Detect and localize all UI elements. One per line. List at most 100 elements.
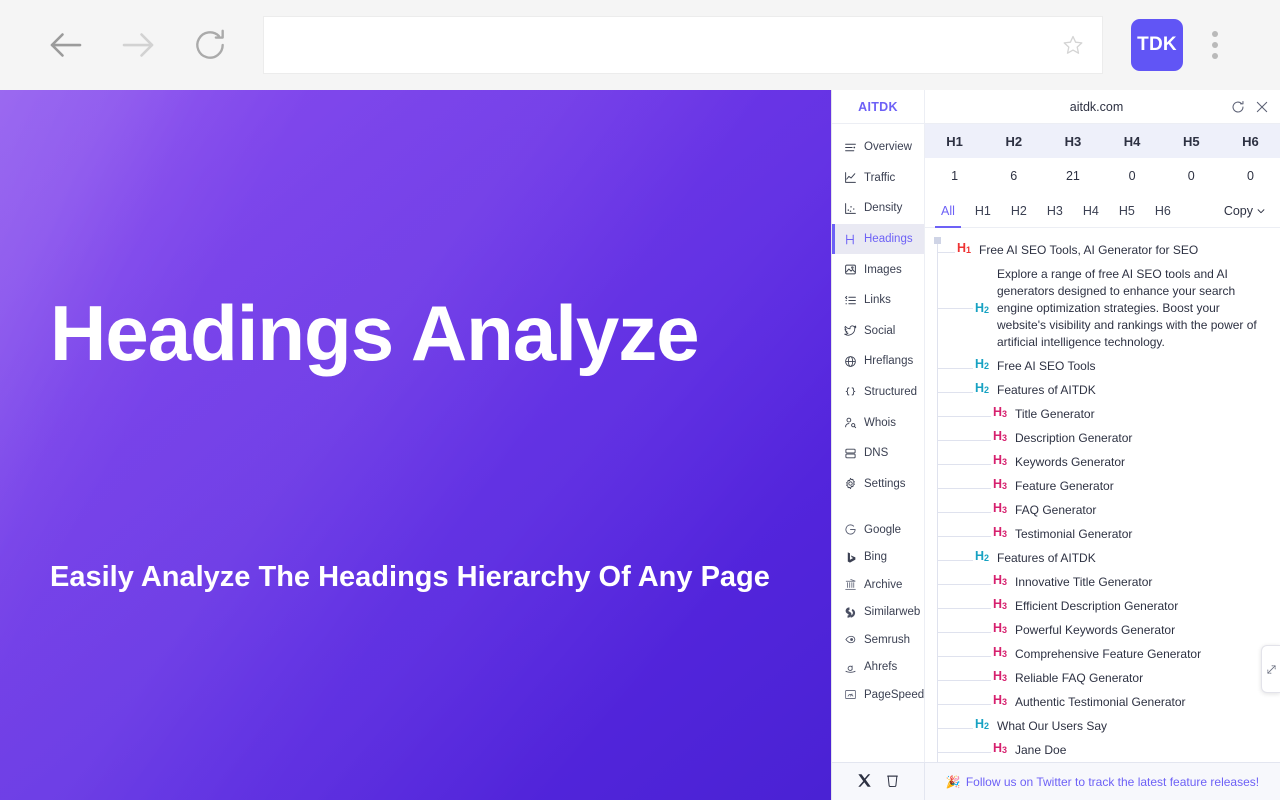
heading-row[interactable]: H3 Powerful Keywords Generator xyxy=(931,618,1274,642)
sidebar-item-social[interactable]: Social xyxy=(832,316,924,347)
heading-row[interactable]: H3 Description Generator xyxy=(931,426,1274,450)
social-icon xyxy=(843,324,857,338)
sidebar-link-semrush[interactable]: Semrush xyxy=(832,626,924,654)
tab-h2[interactable]: H2 xyxy=(1001,194,1037,227)
heading-row[interactable]: H2 Free AI SEO Tools xyxy=(931,354,1274,378)
panel-body: Overview Traffic Density Headings Images… xyxy=(832,124,1280,762)
extension-icon-tdk[interactable]: TDK xyxy=(1131,19,1183,71)
sidebar-item-overview[interactable]: Overview xyxy=(832,132,924,163)
buy-me-a-coffee-icon[interactable] xyxy=(885,773,900,791)
sidebar-item-headings[interactable]: Headings xyxy=(832,223,924,255)
heading-row[interactable]: H2 What Our Users Say xyxy=(931,714,1274,738)
panel-domain-bar: aitdk.com xyxy=(925,90,1280,123)
heading-text: FAQ Generator xyxy=(1015,503,1097,517)
sidebar-item-density[interactable]: Density xyxy=(832,193,924,224)
heading-text: Innovative Title Generator xyxy=(1015,575,1153,589)
panel-logo[interactable]: AITDK xyxy=(832,90,925,123)
address-bar[interactable] xyxy=(263,16,1103,74)
tab-h4[interactable]: H4 xyxy=(1073,194,1109,227)
count-header-h3: H3 xyxy=(1064,133,1082,149)
heading-row[interactable]: H3 Comprehensive Feature Generator xyxy=(931,642,1274,666)
heading-row[interactable]: H3 Authentic Testimonial Generator xyxy=(931,690,1274,714)
tab-h3[interactable]: H3 xyxy=(1037,194,1073,227)
heading-row[interactable]: H1 Free AI SEO Tools, AI Generator for SE… xyxy=(931,238,1274,262)
tree-connector xyxy=(937,464,991,465)
tree-connector xyxy=(937,560,973,561)
sidebar-item-hreflangs[interactable]: Hreflangs xyxy=(832,346,924,377)
sidebar-link-label: Bing xyxy=(864,551,888,564)
heading-row[interactable]: H3 Testimonial Generator xyxy=(931,522,1274,546)
heading-row[interactable]: H3 Innovative Title Generator xyxy=(931,570,1274,594)
count-value-h6: 0 xyxy=(1246,169,1254,183)
browser-menu-button[interactable] xyxy=(1203,19,1227,71)
panel-refresh-button[interactable] xyxy=(1226,95,1250,119)
reload-button[interactable] xyxy=(182,17,238,73)
sidebar-divider-gap xyxy=(832,499,924,516)
tab-h6[interactable]: H6 xyxy=(1145,194,1181,227)
heading-row[interactable]: H3 Keywords Generator xyxy=(931,450,1274,474)
tab-h1[interactable]: H1 xyxy=(965,194,1001,227)
tree-connector xyxy=(937,392,973,393)
braces-icon xyxy=(843,385,857,399)
page-hero: Headings Analyze Easily Analyze The Head… xyxy=(0,90,831,800)
sidebar-item-label: Hreflangs xyxy=(864,355,914,368)
sidebar-item-settings[interactable]: Settings xyxy=(832,469,924,500)
sidebar-item-label: Social xyxy=(864,324,896,337)
tree-connector xyxy=(937,368,973,369)
google-icon xyxy=(843,523,857,537)
count-value-h2: 6 xyxy=(1010,169,1018,183)
count-value-h3: 21 xyxy=(1065,169,1080,183)
sidebar-link-archive[interactable]: Archive xyxy=(832,571,924,599)
heading-text: Jane Doe xyxy=(1015,743,1067,757)
sidebar-item-images[interactable]: Images xyxy=(832,254,924,285)
heading-row[interactable]: H3 FAQ Generator xyxy=(931,498,1274,522)
copy-label: Copy xyxy=(1223,203,1253,218)
tab-h5[interactable]: H5 xyxy=(1109,194,1145,227)
sidebar-link-ahrefs[interactable]: Ahrefs xyxy=(832,654,924,682)
back-button[interactable] xyxy=(38,17,94,73)
sidebar-item-structured[interactable]: Structured xyxy=(832,377,924,408)
sidebar-item-whois[interactable]: Whois xyxy=(832,407,924,438)
sidebar-item-links[interactable]: Links xyxy=(832,285,924,316)
chevron-down-icon xyxy=(1257,208,1265,213)
forward-button[interactable] xyxy=(110,17,166,73)
heading-text: What Our Users Say xyxy=(997,719,1108,733)
floating-panel-handle[interactable] xyxy=(1261,645,1280,693)
images-icon xyxy=(843,263,857,277)
heading-row[interactable]: H2 Explore a range of free AI SEO tools a… xyxy=(931,262,1274,354)
heading-row[interactable]: H2 Features of AITDK xyxy=(931,378,1274,402)
gear-icon xyxy=(843,477,857,491)
twitter-x-icon[interactable] xyxy=(857,773,872,791)
sidebar-item-label: Density xyxy=(864,202,903,215)
aitdk-extension-panel: AITDK aitdk.com Overview Traffic Density… xyxy=(831,90,1280,800)
semrush-icon xyxy=(843,633,857,647)
tree-connector xyxy=(937,728,973,729)
tab-all[interactable]: All xyxy=(931,194,965,228)
panel-close-button[interactable] xyxy=(1250,95,1274,119)
arrow-left-icon xyxy=(50,33,82,57)
sidebar-link-similarweb[interactable]: Similarweb xyxy=(832,599,924,627)
heading-row[interactable]: H3 Jane Doe xyxy=(931,738,1274,762)
reload-icon xyxy=(196,29,224,59)
copy-dropdown-button[interactable]: Copy xyxy=(1224,194,1268,227)
footer-message[interactable]: 🎉 Follow us on Twitter to track the late… xyxy=(925,763,1280,800)
sidebar-item-label: Overview xyxy=(864,141,912,154)
heading-text: Free AI SEO Tools, AI Generator for SEO xyxy=(979,243,1199,257)
heading-row[interactable]: H3 Efficient Description Generator xyxy=(931,594,1274,618)
similarweb-icon xyxy=(843,605,857,619)
headings-tree[interactable]: H1 Free AI SEO Tools, AI Generator for SE… xyxy=(925,228,1280,762)
heading-row[interactable]: H3 Feature Generator xyxy=(931,474,1274,498)
sidebar-link-pagespeed[interactable]: PageSpeed xyxy=(832,681,924,709)
sidebar-link-bing[interactable]: Bing xyxy=(832,544,924,572)
url-input[interactable] xyxy=(278,17,1058,73)
sidebar-item-traffic[interactable]: Traffic xyxy=(832,163,924,194)
sidebar-item-dns[interactable]: DNS xyxy=(832,438,924,469)
page-title: Headings Analyze xyxy=(50,289,700,377)
heading-row[interactable]: H3 Reliable FAQ Generator xyxy=(931,666,1274,690)
sidebar-link-google[interactable]: Google xyxy=(832,516,924,544)
heading-row[interactable]: H2 Features of AITDK xyxy=(931,546,1274,570)
chart-handle-icon xyxy=(1266,664,1276,674)
heading-row[interactable]: H3 Title Generator xyxy=(931,402,1274,426)
bookmark-star-icon[interactable] xyxy=(1058,33,1088,57)
footer-message-text: Follow us on Twitter to track the latest… xyxy=(965,774,1260,789)
